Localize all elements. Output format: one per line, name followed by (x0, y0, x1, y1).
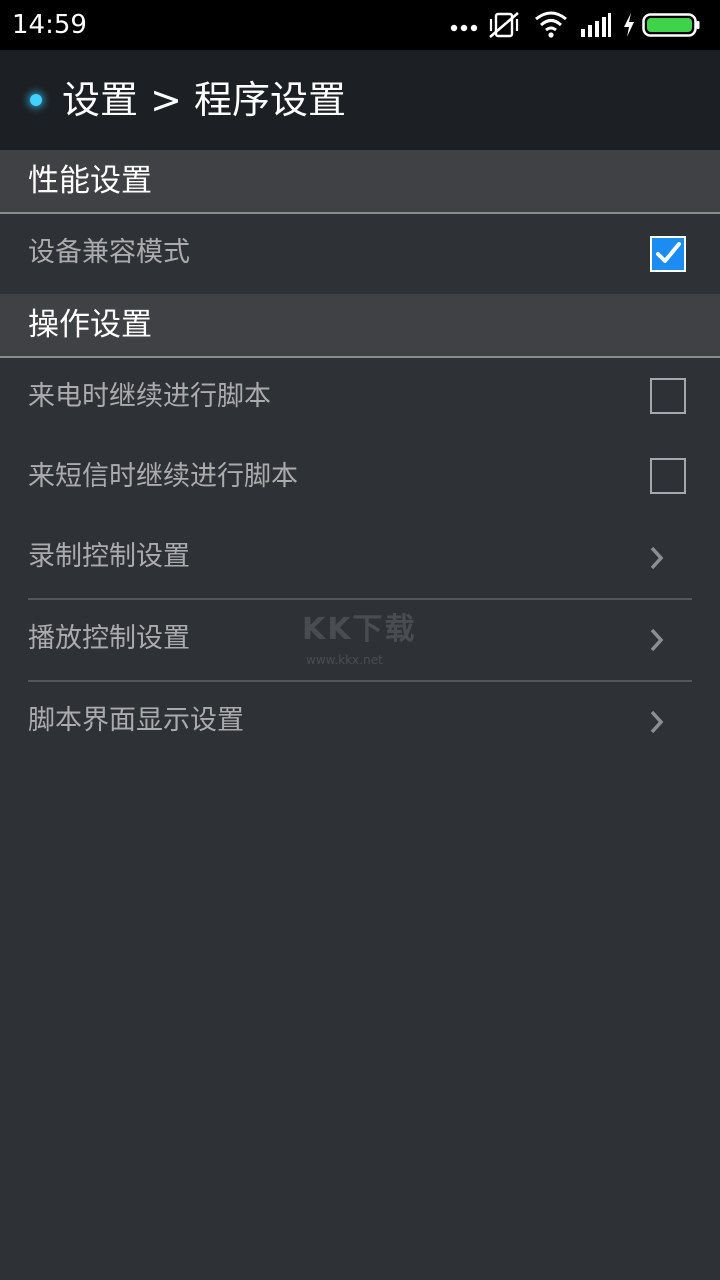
setting-device-compat-mode[interactable]: 设备兼容模式 (0, 214, 720, 294)
setting-label: 脚本界面显示设置 (28, 705, 244, 736)
chevron-right-icon (650, 628, 664, 652)
setting-label: 来电时继续进行脚本 (28, 381, 271, 412)
chevron-right-icon (650, 546, 664, 570)
setting-label: 播放控制设置 (28, 623, 190, 654)
continue-on-call-checkbox[interactable] (650, 378, 686, 414)
section-title: 性能设置 (28, 163, 152, 199)
page-title: 设置 > 程序设置 (62, 78, 346, 122)
wifi-icon (535, 11, 567, 38)
section-title: 操作设置 (28, 307, 152, 343)
continue-on-sms-checkbox[interactable] (650, 458, 686, 494)
section-header-performance: 性能设置 (0, 150, 720, 214)
charging-icon (624, 13, 634, 37)
section-header-operation: 操作设置 (0, 294, 720, 358)
signal-icon (581, 13, 611, 37)
setting-label: 设备兼容模式 (28, 237, 190, 268)
compat-mode-checkbox[interactable] (650, 236, 686, 272)
status-time: 14:59 (12, 10, 87, 40)
title-indicator-dot (30, 94, 42, 106)
status-icons (450, 0, 710, 50)
setting-script-ui-display[interactable]: 脚本界面显示设置 (0, 682, 720, 762)
setting-label: 录制控制设置 (28, 541, 190, 572)
more-dots-icon (450, 24, 478, 32)
status-bar: 14:59 (0, 0, 720, 50)
title-bar: 设置 > 程序设置 (0, 50, 720, 150)
setting-label: 来短信时继续进行脚本 (28, 461, 298, 492)
settings-screen: 14:59 设置 > 程序设置 性能设置 设备兼容模式 操作设置 来电时继续进行… (0, 0, 720, 1280)
setting-record-control[interactable]: 录制控制设置 (0, 518, 720, 598)
setting-continue-on-call[interactable]: 来电时继续进行脚本 (0, 358, 720, 438)
vibrate-off-icon (489, 12, 519, 38)
checkmark-icon (656, 242, 681, 263)
setting-continue-on-sms[interactable]: 来短信时继续进行脚本 (0, 438, 720, 518)
battery-icon (642, 13, 700, 37)
setting-playback-control[interactable]: 播放控制设置 (0, 600, 720, 680)
chevron-right-icon (650, 710, 664, 734)
